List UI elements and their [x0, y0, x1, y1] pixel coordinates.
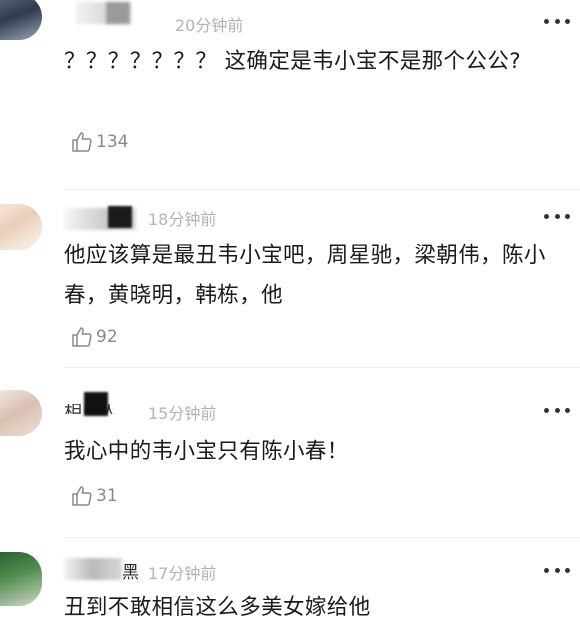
avatar[interactable]: [0, 204, 42, 250]
comment-text: 我心中的韦小宝只有陈小春！: [64, 439, 349, 464]
username-blurred: [108, 206, 132, 228]
more-dots-icon: [544, 18, 549, 24]
comment-time: 17分钟前: [148, 564, 217, 583]
comment-time: 15分钟前: [148, 404, 217, 423]
username-fragment: 黑: [122, 563, 139, 583]
thumbs-up-icon: [72, 486, 92, 506]
like-button[interactable]: 134: [70, 130, 128, 154]
avatar[interactable]: [0, 390, 42, 436]
comment-item: 相单人、 15分钟前 我心中的韦小宝只有陈小春！ 31: [0, 368, 580, 538]
thumbs-up-icon: [72, 327, 92, 347]
like-button[interactable]: 92: [70, 325, 118, 349]
comment-text: 丑到不敢相信这么多美女嫁给他: [64, 595, 371, 620]
comment-item: 20分钟前 ？？？？？？？ 这确定是韦小宝不是那个公公? 134: [0, 0, 580, 190]
more-options-button[interactable]: [544, 407, 570, 413]
like-count: 134: [96, 132, 129, 152]
like-count: 31: [96, 486, 118, 506]
more-options-button[interactable]: [544, 213, 570, 219]
like-count: 92: [96, 327, 118, 347]
username-blurred[interactable]: [64, 558, 122, 580]
comment-time: 20分钟前: [175, 16, 244, 35]
more-options-button[interactable]: [544, 18, 570, 24]
more-options-button[interactable]: [544, 567, 570, 573]
comment-item: 黑 17分钟前 丑到不敢相信这么多美女嫁给他: [0, 538, 580, 620]
comment-text: ？？？？？？？ 这确定是韦小宝不是那个公公?: [64, 49, 522, 74]
more-dots-icon: [544, 567, 549, 573]
thumbs-up-icon: [72, 132, 92, 152]
comment-item: 18分钟前 他应该算是最丑韦小宝吧，周星驰，梁朝伟，陈小春，黄晓明，韩栋，他 9…: [0, 190, 580, 368]
avatar[interactable]: [0, 0, 42, 40]
username-blurred: [106, 2, 130, 24]
username-blurred: [84, 392, 108, 416]
more-dots-icon: [544, 213, 549, 219]
like-button[interactable]: 31: [70, 484, 118, 508]
comment-time: 18分钟前: [148, 210, 217, 229]
more-dots-icon: [544, 407, 549, 413]
comment-text: 他应该算是最丑韦小宝吧，周星驰，梁朝伟，陈小春，黄晓明，韩栋，他: [64, 243, 546, 308]
avatar[interactable]: [0, 552, 42, 606]
